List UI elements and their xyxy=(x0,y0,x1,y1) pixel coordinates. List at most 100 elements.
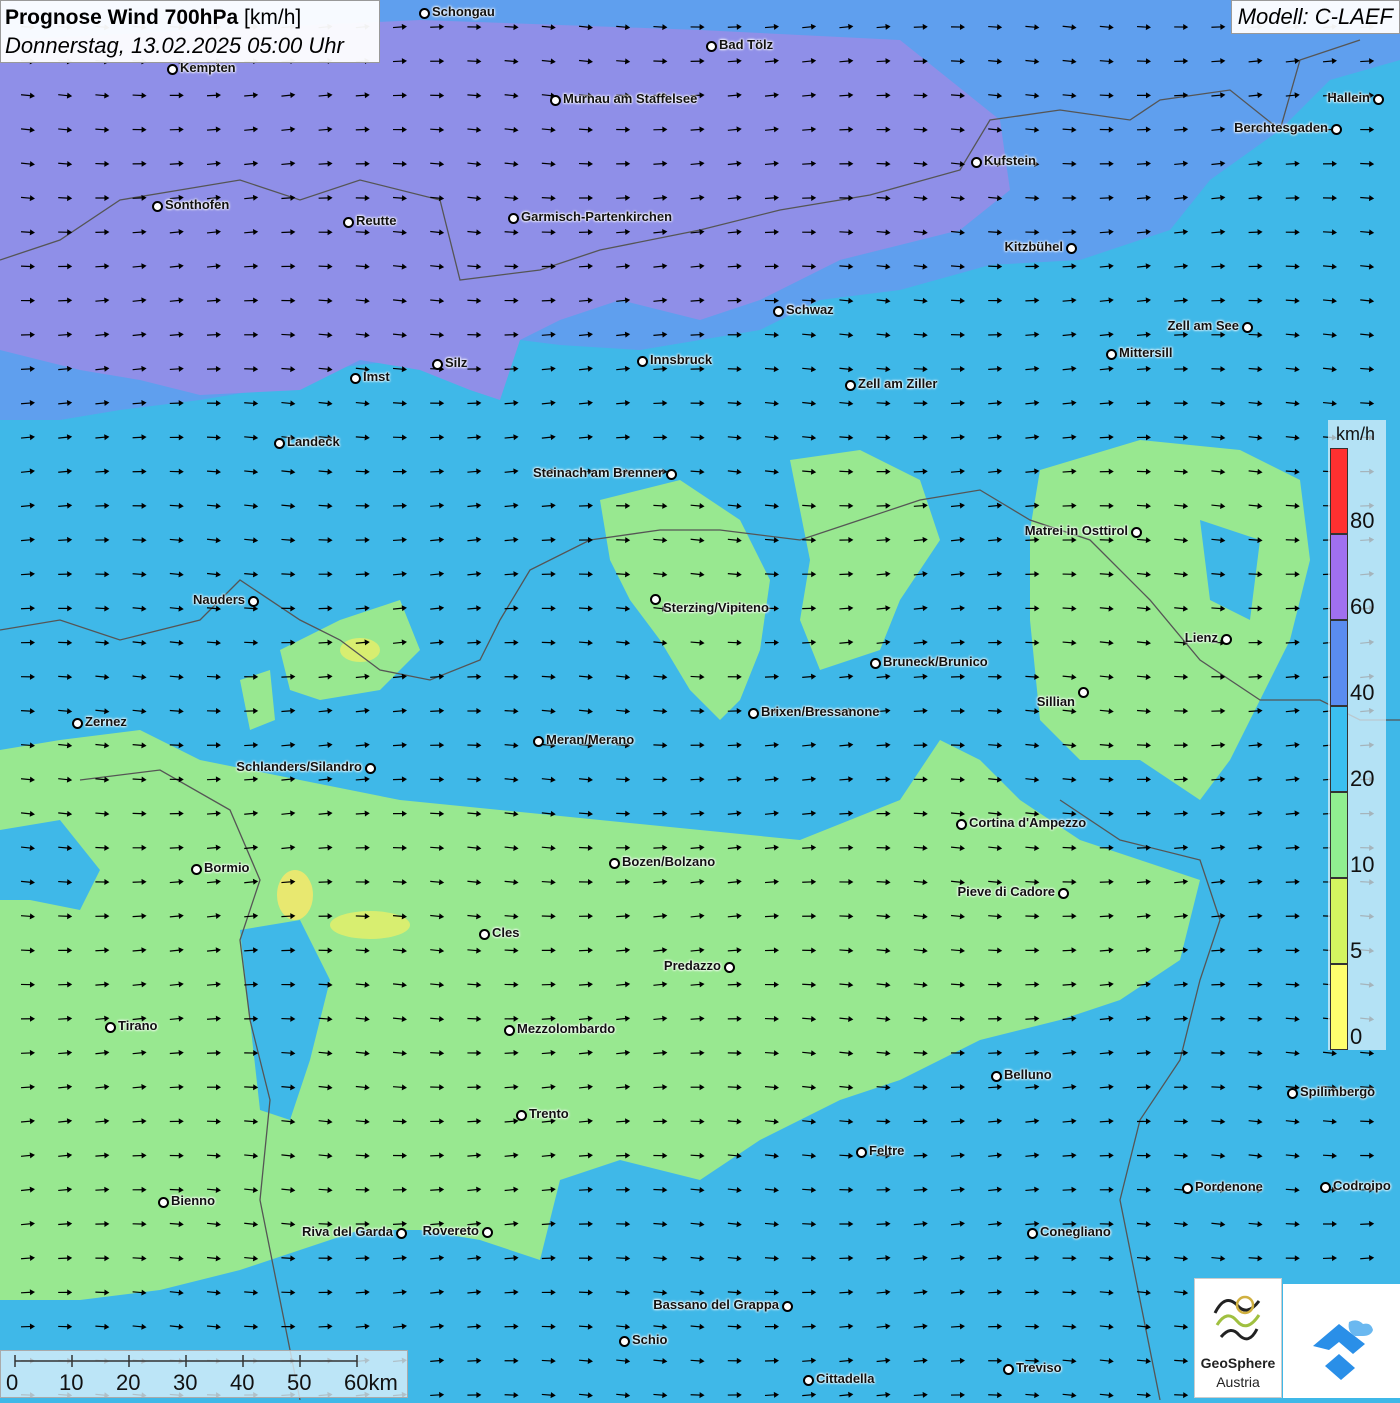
city-marker[interactable] xyxy=(191,864,202,875)
city-marker[interactable] xyxy=(550,95,561,106)
city-label[interactable]: Predazzo xyxy=(664,958,721,973)
city-marker[interactable] xyxy=(248,596,259,607)
city-marker[interactable] xyxy=(1131,527,1142,538)
city-marker[interactable] xyxy=(274,438,285,449)
city-label[interactable]: Trento xyxy=(529,1106,569,1121)
city-label[interactable]: Conegliano xyxy=(1040,1224,1111,1239)
city-marker[interactable] xyxy=(1058,888,1069,899)
city-label[interactable]: Berchtesgaden xyxy=(1234,120,1328,135)
city-label[interactable]: Cles xyxy=(492,925,519,940)
city-label[interactable]: Cittadella xyxy=(816,1371,875,1386)
city-marker[interactable] xyxy=(72,718,83,729)
city-marker[interactable] xyxy=(396,1228,407,1239)
city-marker[interactable] xyxy=(533,736,544,747)
city-label[interactable]: Kitzbühel xyxy=(1005,239,1064,254)
city-label[interactable]: Bad Tölz xyxy=(719,37,773,52)
city-marker[interactable] xyxy=(365,763,376,774)
city-label[interactable]: Riva del Garda xyxy=(302,1224,393,1239)
city-marker[interactable] xyxy=(1106,349,1117,360)
city-label[interactable]: Kempten xyxy=(180,60,236,75)
city-label[interactable]: Rovereto xyxy=(423,1223,479,1238)
city-marker[interactable] xyxy=(845,380,856,391)
city-label[interactable]: Cortina d'Ampezzo xyxy=(969,815,1086,830)
city-label[interactable]: Bormio xyxy=(204,860,250,875)
city-label[interactable]: Spilimbergo xyxy=(1300,1084,1375,1099)
city-label[interactable]: Pordenone xyxy=(1195,1179,1263,1194)
city-marker[interactable] xyxy=(158,1197,169,1208)
city-label[interactable]: Feltre xyxy=(869,1143,904,1158)
city-label[interactable]: Schlanders/Silandro xyxy=(236,759,362,774)
city-label[interactable]: Codroipo xyxy=(1333,1178,1391,1193)
city-marker[interactable] xyxy=(1182,1183,1193,1194)
city-label[interactable]: Nauders xyxy=(193,592,245,607)
city-label[interactable]: Matrei in Osttirol xyxy=(1025,523,1128,538)
city-label[interactable]: Sterzing/Vipiteno xyxy=(663,600,769,615)
city-marker[interactable] xyxy=(637,356,648,367)
city-marker[interactable] xyxy=(971,157,982,168)
city-marker[interactable] xyxy=(350,373,361,384)
city-marker[interactable] xyxy=(773,306,784,317)
city-label[interactable]: Schio xyxy=(632,1332,667,1347)
city-label[interactable]: Mittersill xyxy=(1119,345,1172,360)
city-marker[interactable] xyxy=(167,64,178,75)
city-label[interactable]: Steinach am Brenner xyxy=(533,465,663,480)
city-marker[interactable] xyxy=(856,1147,867,1158)
city-marker[interactable] xyxy=(1331,124,1342,135)
city-label[interactable]: Sillian xyxy=(1037,694,1075,709)
city-label[interactable]: Zell am See xyxy=(1167,318,1239,333)
city-marker[interactable] xyxy=(870,658,881,669)
city-marker[interactable] xyxy=(609,858,620,869)
city-marker[interactable] xyxy=(152,201,163,212)
city-label[interactable]: Garmisch-Partenkirchen xyxy=(521,209,672,224)
city-marker[interactable] xyxy=(666,469,677,480)
city-marker[interactable] xyxy=(748,708,759,719)
city-marker[interactable] xyxy=(479,929,490,940)
city-label[interactable]: Imst xyxy=(363,369,390,384)
city-marker[interactable] xyxy=(619,1336,630,1347)
city-marker[interactable] xyxy=(803,1375,814,1386)
city-marker[interactable] xyxy=(706,41,717,52)
city-label[interactable]: Bassano del Grappa xyxy=(653,1297,779,1312)
city-marker[interactable] xyxy=(782,1301,793,1312)
city-marker[interactable] xyxy=(1003,1364,1014,1375)
city-label[interactable]: Lienz xyxy=(1185,630,1218,645)
city-marker[interactable] xyxy=(650,594,661,605)
city-marker[interactable] xyxy=(482,1227,493,1238)
city-label[interactable]: Kufstein xyxy=(984,153,1036,168)
city-marker[interactable] xyxy=(343,217,354,228)
city-label[interactable]: Zell am Ziller xyxy=(858,376,937,391)
city-marker[interactable] xyxy=(724,962,735,973)
city-marker[interactable] xyxy=(991,1071,1002,1082)
city-label[interactable]: Innsbruck xyxy=(650,352,712,367)
city-marker[interactable] xyxy=(1221,634,1232,645)
city-label[interactable]: Silz xyxy=(445,355,467,370)
city-label[interactable]: Mezzolombardo xyxy=(517,1021,615,1036)
city-label[interactable]: Murnau am Staffelsee xyxy=(563,91,697,106)
city-label[interactable]: Bienno xyxy=(171,1193,215,1208)
city-label[interactable]: Meran/Merano xyxy=(546,732,634,747)
city-label[interactable]: Belluno xyxy=(1004,1067,1052,1082)
city-marker[interactable] xyxy=(1066,243,1077,254)
city-label[interactable]: Treviso xyxy=(1016,1360,1062,1375)
city-marker[interactable] xyxy=(419,8,430,19)
city-label[interactable]: Tirano xyxy=(118,1018,158,1033)
city-label[interactable]: Schongau xyxy=(432,4,495,19)
city-marker[interactable] xyxy=(516,1110,527,1121)
city-marker[interactable] xyxy=(1027,1228,1038,1239)
city-label[interactable]: Bozen/Bolzano xyxy=(622,854,715,869)
city-label[interactable]: Zernez xyxy=(85,714,127,729)
city-label[interactable]: Schwaz xyxy=(786,302,834,317)
city-marker[interactable] xyxy=(432,359,443,370)
city-marker[interactable] xyxy=(508,213,519,224)
city-marker[interactable] xyxy=(105,1022,116,1033)
city-label[interactable]: Pieve di Cadore xyxy=(957,884,1055,899)
city-label[interactable]: Reutte xyxy=(356,213,396,228)
city-label[interactable]: Brixen/Bressanone xyxy=(761,704,880,719)
city-label[interactable]: Hallein xyxy=(1327,90,1370,105)
city-marker[interactable] xyxy=(504,1025,515,1036)
city-marker[interactable] xyxy=(1242,322,1253,333)
cloud-drop-logo[interactable] xyxy=(1283,1284,1400,1398)
city-marker[interactable] xyxy=(1373,94,1384,105)
city-marker[interactable] xyxy=(1320,1182,1331,1193)
city-marker[interactable] xyxy=(956,819,967,830)
